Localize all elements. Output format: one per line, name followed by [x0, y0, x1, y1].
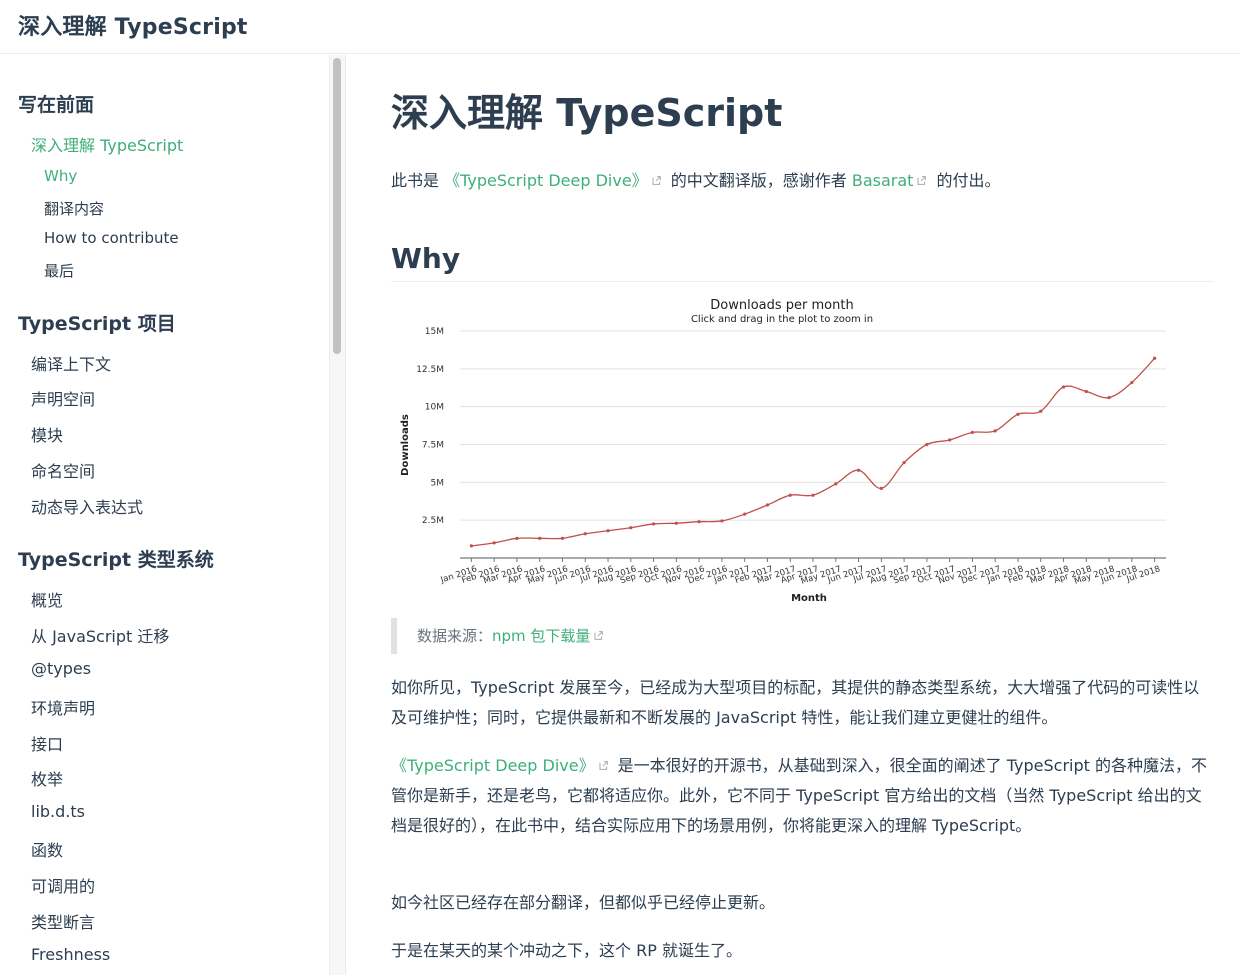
chart-data-point	[948, 438, 951, 441]
sidebar-item[interactable]: 类型断言	[31, 909, 95, 933]
chart-data-point	[584, 532, 587, 535]
sidebar-subitem-contribute[interactable]: How to contribute	[44, 229, 179, 247]
sidebar-item[interactable]: 从 JavaScript 迁移	[31, 623, 169, 647]
sidebar-item[interactable]: 声明空间	[31, 386, 95, 410]
book-link[interactable]: 《TypeScript Deep Dive》	[444, 171, 648, 190]
chart-data-point	[971, 431, 974, 434]
chart-data-point	[811, 494, 814, 497]
sidebar-group-title[interactable]: TypeScript 类型系统	[18, 545, 214, 572]
chart-data-point	[1062, 385, 1065, 388]
chart-data-point	[698, 520, 701, 523]
chart-data-point	[743, 513, 746, 516]
paragraph-4: 于是在某天的某个冲动之下，这个 RP 就诞生了。	[391, 936, 1211, 966]
chart-data-point	[1153, 357, 1156, 360]
sidebar-item[interactable]: 环境声明	[31, 695, 95, 719]
site-title-link[interactable]: 深入理解 TypeScript	[18, 9, 248, 41]
sidebar-item[interactable]: 接口	[31, 731, 63, 755]
external-link-icon	[593, 630, 604, 641]
chart-data-point	[515, 537, 518, 540]
sidebar-item[interactable]: 可调用的	[31, 873, 95, 897]
sidebar-item[interactable]: Freshness	[31, 945, 110, 964]
sidebar-item[interactable]: 枚举	[31, 766, 63, 790]
chart-data-point	[1130, 381, 1133, 384]
top-navbar: 深入理解 TypeScript	[0, 0, 1240, 54]
page-title: 深入理解 TypeScript	[391, 82, 782, 137]
sidebar-item[interactable]: 命名空间	[31, 458, 95, 482]
chart-data-point	[470, 544, 473, 547]
chart-data-point	[1016, 413, 1019, 416]
chart-data-point	[834, 482, 837, 485]
external-link-icon	[598, 760, 609, 771]
chart-y-tick-label: 12.5M	[416, 365, 444, 375]
chart-data-point	[720, 519, 723, 522]
why-heading: Why	[391, 242, 460, 275]
chart-data-point	[1039, 410, 1042, 413]
chart-title: Downloads per month	[710, 298, 853, 313]
intro-middle: 的中文翻译版，感谢作者	[666, 171, 852, 190]
intro-prefix: 此书是	[391, 171, 444, 190]
sidebar-group-title[interactable]: TypeScript 项目	[18, 309, 176, 336]
external-link-icon	[651, 175, 662, 186]
npm-downloads-link[interactable]: npm 包下载量	[492, 627, 590, 645]
chart-y-tick-label: 7.5M	[422, 441, 444, 451]
chart-data-point	[1107, 396, 1110, 399]
paragraph-2: 《TypeScript Deep Dive》 是一本很好的开源书，从基础到深入，…	[391, 751, 1211, 841]
chart-data-point	[652, 522, 655, 525]
chart-series-line	[471, 358, 1154, 546]
sidebar: 写在前面 深入理解 TypeScript Why 翻译内容 How to con…	[0, 55, 330, 975]
sidebar-item[interactable]: 函数	[31, 837, 63, 861]
chart-data-point	[493, 541, 496, 544]
chart-data-point	[629, 526, 632, 529]
sidebar-subitem-translation[interactable]: 翻译内容	[44, 198, 104, 219]
paragraph-3: 如今社区已经存在部分翻译，但都似乎已经停止更新。	[391, 888, 1211, 918]
chart-y-tick-label: 15M	[425, 327, 444, 337]
sidebar-item[interactable]: 动态导入表达式	[31, 494, 143, 518]
chart-data-point	[561, 537, 564, 540]
sidebar-item[interactable]: 概览	[31, 587, 63, 611]
main-content: 深入理解 TypeScript 此书是 《TypeScript Deep Div…	[347, 55, 1240, 975]
sidebar-item[interactable]: 模块	[31, 422, 63, 446]
external-link-icon	[916, 175, 927, 186]
author-link[interactable]: Basarat	[852, 171, 914, 190]
downloads-chart[interactable]: Downloads per month Click and drag in th…	[391, 289, 1213, 607]
book-link-2[interactable]: 《TypeScript Deep Dive》	[391, 756, 595, 775]
intro-suffix: 的付出。	[931, 171, 1000, 190]
chart-y-tick-label: 2.5M	[422, 516, 444, 526]
quote-prefix: 数据来源：	[417, 627, 492, 645]
chart-y-axis-label: Downloads	[400, 414, 411, 476]
sidebar-item-deep-dive[interactable]: 深入理解 TypeScript	[31, 132, 183, 156]
chart-data-point	[789, 494, 792, 497]
chart-data-point	[880, 487, 883, 490]
chart-data-point	[766, 503, 769, 506]
chart-data-point	[902, 461, 905, 464]
chart-data-point	[675, 522, 678, 525]
sidebar-scrollbar-thumb[interactable]	[333, 58, 341, 354]
chart-data-point	[857, 469, 860, 472]
data-source-quote: 数据来源：npm 包下载量	[391, 618, 1213, 654]
chart-x-axis-label: Month	[791, 593, 827, 604]
chart-data-point	[538, 537, 541, 540]
chart-y-tick-label: 10M	[425, 403, 444, 413]
sidebar-subitem-why[interactable]: Why	[44, 167, 77, 185]
chart-data-point	[925, 443, 928, 446]
sidebar-group-title[interactable]: 写在前面	[18, 90, 94, 117]
sidebar-item[interactable]: 编译上下文	[31, 351, 111, 375]
chart-subtitle: Click and drag in the plot to zoom in	[691, 314, 873, 325]
sidebar-item[interactable]: @types	[31, 659, 91, 678]
paragraph-1: 如你所见，TypeScript 发展至今，已经成为大型项目的标配，其提供的静态类…	[391, 673, 1211, 733]
chart-data-point	[1085, 390, 1088, 393]
heading-divider	[391, 281, 1213, 282]
intro-paragraph: 此书是 《TypeScript Deep Dive》 的中文翻译版，感谢作者 B…	[391, 166, 1001, 196]
sidebar-item[interactable]: lib.d.ts	[31, 802, 85, 821]
chart-data-point	[994, 429, 997, 432]
chart-data-point	[606, 529, 609, 532]
chart-y-tick-label: 5M	[431, 478, 445, 488]
sidebar-subitem-last[interactable]: 最后	[44, 260, 74, 281]
